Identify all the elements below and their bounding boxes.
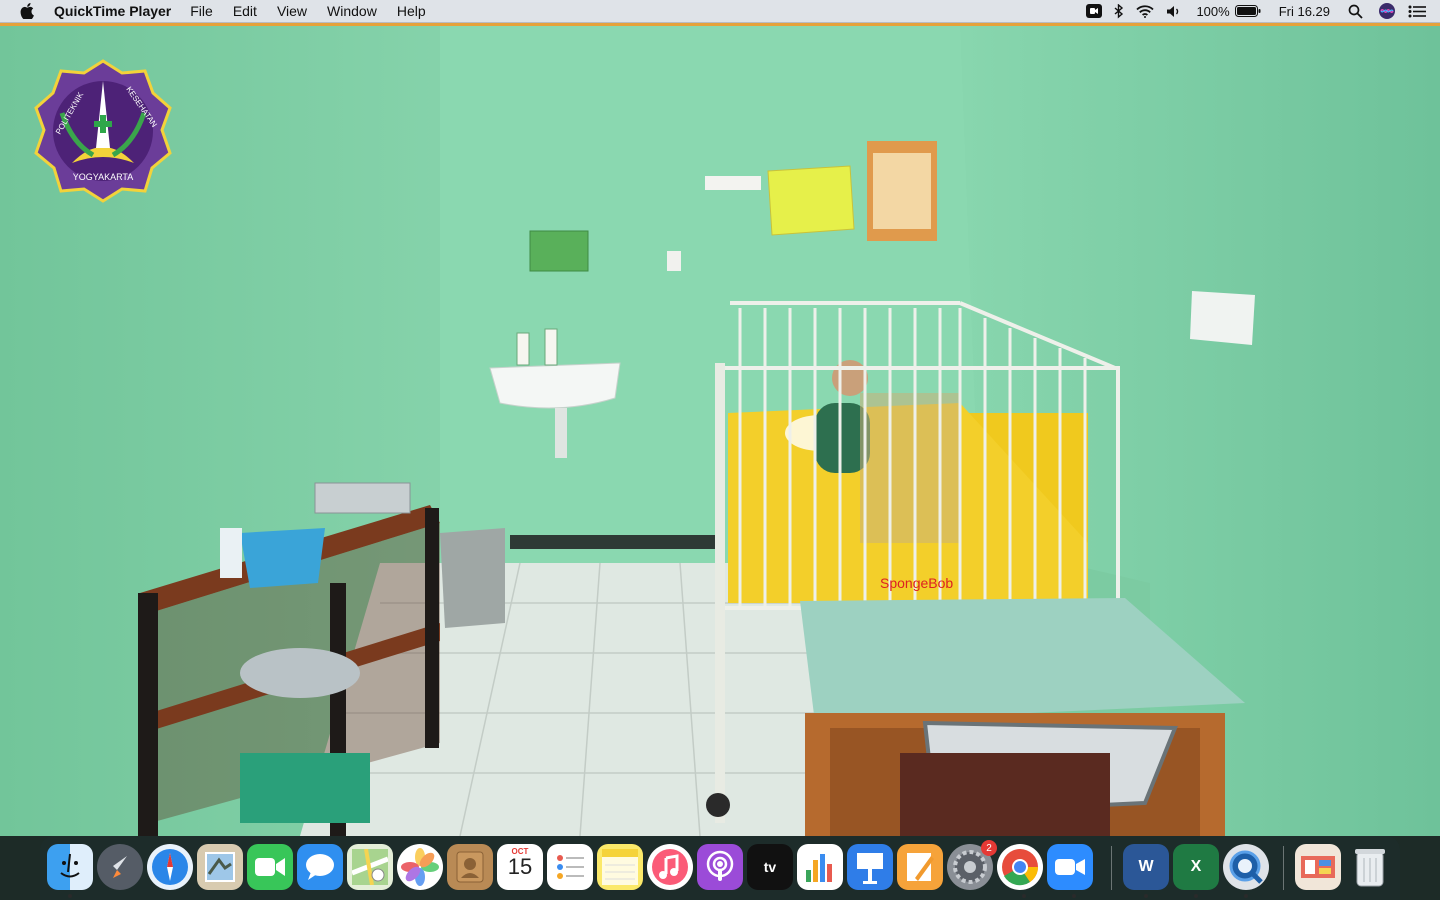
- word-letter: W: [1138, 858, 1154, 875]
- dock-separator-2: [1283, 846, 1284, 890]
- video-window-border: [0, 23, 1440, 26]
- quicktime-icon[interactable]: [1223, 844, 1269, 890]
- wifi-icon[interactable]: [1136, 4, 1155, 18]
- battery-percent: 100%: [1196, 3, 1230, 19]
- word-icon[interactable]: W: [1123, 844, 1169, 890]
- battery-icon[interactable]: [1234, 5, 1261, 17]
- reminders-icon[interactable]: [547, 844, 593, 890]
- safari-icon[interactable]: [147, 844, 193, 890]
- spotlight-search-icon[interactable]: [1348, 4, 1363, 19]
- trash-icon[interactable]: [1347, 844, 1393, 890]
- app-name-menu[interactable]: QuickTime Player: [54, 0, 171, 22]
- podcasts-icon[interactable]: [697, 844, 743, 890]
- excel-letter: X: [1190, 858, 1202, 875]
- system-preferences-icon[interactable]: 2: [947, 840, 997, 890]
- maps-icon[interactable]: [347, 844, 393, 890]
- facetime-icon[interactable]: [247, 844, 293, 890]
- messages-icon[interactable]: [297, 844, 343, 890]
- view-menu[interactable]: View: [277, 0, 307, 22]
- logo-text-bottom: YOGYAKARTA: [73, 172, 134, 182]
- finder-running-indicator: [68, 894, 72, 898]
- menu-bar: QuickTime Player File Edit View Window H…: [0, 0, 1440, 23]
- dock-separator: [1111, 846, 1112, 890]
- numbers-icon[interactable]: [797, 844, 843, 890]
- edit-menu[interactable]: Edit: [233, 0, 257, 22]
- mail-stamp-icon[interactable]: [197, 844, 243, 890]
- launchpad-icon[interactable]: [97, 844, 143, 890]
- dock: OCT 15 tv 2 W X: [40, 836, 1400, 900]
- photos-icon[interactable]: [397, 844, 443, 890]
- status-area: 100% Fri 16.29: [1074, 0, 1440, 22]
- zoom-running-indicator: [1072, 894, 1076, 898]
- screen-record-icon[interactable]: [1086, 4, 1103, 18]
- window-menu[interactable]: Window: [327, 0, 377, 22]
- chrome-running-indicator: [1022, 894, 1026, 898]
- mattress-print-text: SpongeBob: [880, 575, 953, 591]
- contacts-icon[interactable]: [447, 844, 493, 890]
- quicktime-running-indicator: [1244, 894, 1248, 898]
- calendar-day: 15: [507, 854, 533, 879]
- video-scene: SpongeBob POLITEKNIK KESEHATAN YOGYAKART…: [0, 23, 1440, 836]
- calendar-icon[interactable]: OCT 15: [497, 844, 543, 890]
- quicktime-video-frame[interactable]: SpongeBob POLITEKNIK KESEHATAN YOGYAKART…: [0, 23, 1440, 836]
- excel-running-indicator: [1194, 894, 1198, 898]
- volume-icon[interactable]: [1166, 5, 1182, 18]
- zoom-icon[interactable]: [1047, 844, 1093, 890]
- downloads-stack-icon[interactable]: [1295, 844, 1341, 890]
- word-running-indicator: [1144, 894, 1148, 898]
- bluetooth-icon[interactable]: [1114, 3, 1124, 19]
- chrome-icon[interactable]: [997, 844, 1043, 890]
- notification-center-icon[interactable]: [1408, 5, 1426, 18]
- help-menu[interactable]: Help: [397, 0, 426, 22]
- notes-icon[interactable]: [597, 844, 643, 890]
- file-menu[interactable]: File: [190, 0, 213, 22]
- excel-icon[interactable]: X: [1173, 844, 1219, 890]
- pages-icon[interactable]: [897, 844, 943, 890]
- keynote-icon[interactable]: [847, 844, 893, 890]
- apple-tv-icon[interactable]: tv: [747, 844, 793, 890]
- apple-menu-icon[interactable]: [18, 2, 36, 20]
- siri-icon[interactable]: [1379, 3, 1395, 19]
- finder-icon[interactable]: [47, 844, 93, 890]
- system-preferences-badge: 2: [981, 840, 997, 856]
- tv-label: tv: [763, 859, 777, 875]
- music-icon[interactable]: [647, 844, 693, 890]
- menubar-clock[interactable]: Fri 16.29: [1279, 4, 1330, 19]
